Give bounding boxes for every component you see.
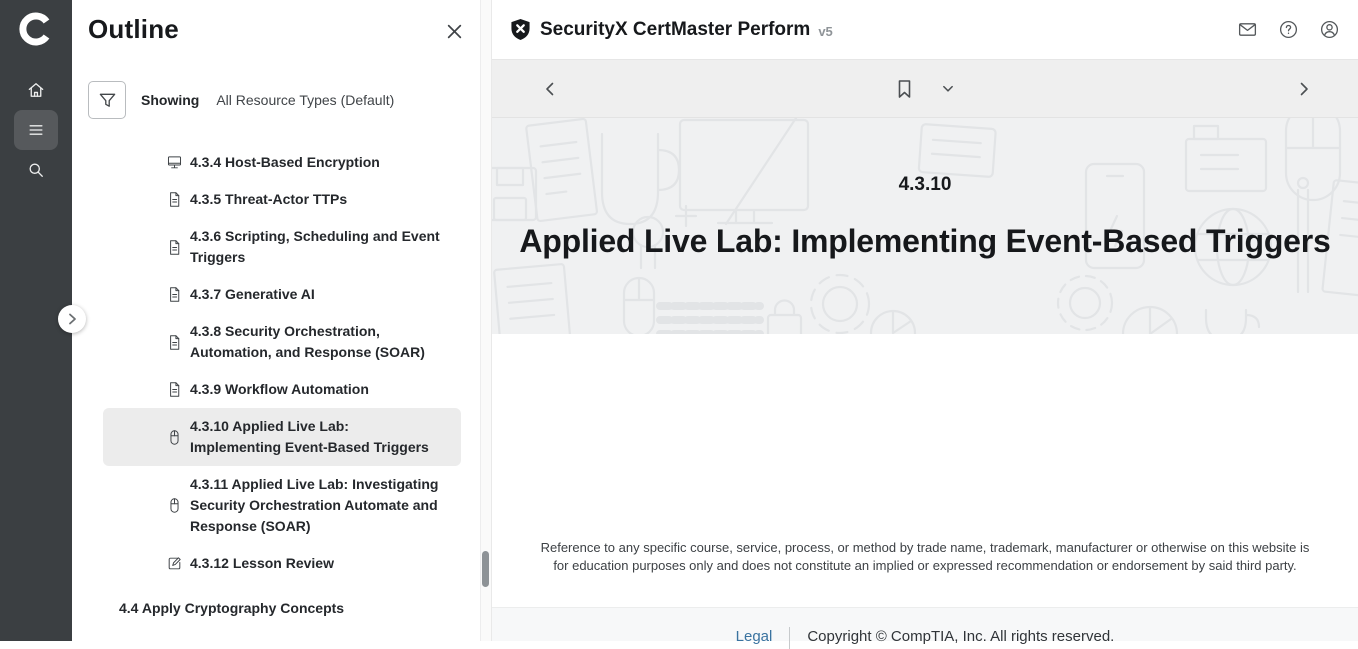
outline-item-4.3.7[interactable]: 4.3.7 Generative AI (103, 276, 461, 313)
mail-icon (1237, 19, 1258, 40)
help-icon (1278, 19, 1299, 40)
home-icon (26, 80, 46, 100)
app-header: SecurityX CertMaster Perform v5 (492, 0, 1358, 60)
main-content: SecurityX CertMaster Perform v5 (491, 0, 1358, 641)
filter-row: Showing All Resource Types (Default) (88, 81, 491, 119)
outline-scrollbar[interactable] (480, 0, 491, 641)
mouse-icon (166, 429, 183, 446)
outline-item-label: 4.3.10 Applied Live Lab: Implementing Ev… (190, 416, 442, 458)
bookmark-button[interactable] (890, 73, 920, 105)
outline-item-label: 4.3.5 Threat-Actor TTPs (190, 189, 442, 210)
comptia-c-icon (18, 11, 54, 47)
bookmark-group (890, 73, 961, 105)
comptia-logo (18, 11, 54, 47)
search-button[interactable] (14, 150, 58, 190)
account-button[interactable] (1319, 19, 1340, 40)
bookmark-menu-button[interactable] (936, 76, 961, 101)
rail-nav (14, 70, 58, 190)
outline-item-4.3.4[interactable]: 4.3.4 Host-Based Encryption (103, 144, 461, 181)
bookmark-icon (896, 79, 914, 99)
document-icon (166, 239, 183, 256)
monitor-icon (166, 154, 183, 171)
lesson-body: Reference to any specific course, servic… (492, 334, 1358, 607)
filter-funnel-icon (98, 91, 117, 110)
app-root: Outline Showing All Resource Types (Defa… (0, 0, 1358, 641)
outline-panel-header: Outline (72, 0, 491, 45)
lesson-number: 4.3.10 (492, 174, 1358, 196)
previous-arrow-icon (542, 81, 558, 97)
chevron-down-icon (942, 82, 955, 95)
outline-item-label: 4.3.9 Workflow Automation (190, 379, 442, 400)
outline-section-4.4[interactable]: 4.4 Apply Cryptography Concepts (119, 590, 471, 627)
mouse-icon (166, 497, 183, 514)
outline-item-label: 4.3.6 Scripting, Scheduling and Event Tr… (190, 226, 442, 268)
close-outline-button[interactable] (442, 19, 467, 44)
messages-button[interactable] (1237, 19, 1258, 40)
outline-title: Outline (88, 14, 179, 45)
home-button[interactable] (14, 70, 58, 110)
outline-item-4.3.8[interactable]: 4.3.8 Security Orchestration, Automation… (103, 313, 461, 371)
outline-item-label: 4.3.11 Applied Live Lab: Investigating S… (190, 474, 442, 537)
outline-scrollbar-thumb[interactable] (482, 551, 489, 587)
footer-divider (789, 627, 790, 649)
outline-item-4.3.12[interactable]: 4.3.12 Lesson Review (103, 545, 461, 582)
document-icon (166, 191, 183, 208)
search-icon (26, 160, 46, 180)
next-arrow-icon (1296, 81, 1312, 97)
securityx-shield-icon (510, 18, 531, 41)
legal-link[interactable]: Legal (736, 628, 773, 645)
outline-item-label: 4.3.8 Security Orchestration, Automation… (190, 321, 442, 363)
outline-item-4.3.6[interactable]: 4.3.6 Scripting, Scheduling and Event Tr… (103, 218, 461, 276)
disclaimer-text: Reference to any specific course, servic… (534, 539, 1316, 574)
filter-button[interactable] (88, 81, 126, 119)
lesson-title: Applied Live Lab: Implementing Event-Bas… (492, 222, 1358, 260)
outline-panel: Outline Showing All Resource Types (Defa… (72, 0, 491, 641)
outline-item-4.3.10[interactable]: 4.3.10 Applied Live Lab: Implementing Ev… (103, 408, 461, 466)
lesson-banner: 4.3.10 Applied Live Lab: Implementing Ev… (492, 118, 1358, 334)
chevron-right-icon (66, 313, 78, 325)
document-icon (166, 334, 183, 351)
outline-menu-icon (26, 120, 46, 140)
product-title: SecurityX CertMaster Perform (540, 19, 810, 41)
outline-list: 4.3.4 Host-Based Encryption 4.3.5 Threat-… (72, 144, 491, 627)
product-version: v5 (818, 24, 832, 39)
previous-page-button[interactable] (536, 75, 564, 103)
help-button[interactable] (1278, 19, 1299, 40)
outline-item-label: 4.3.4 Host-Based Encryption (190, 152, 442, 173)
outline-item-label: 4.3.12 Lesson Review (190, 553, 442, 574)
close-icon (446, 23, 463, 40)
lesson-toolbar (492, 60, 1358, 118)
outline-item-4.3.9[interactable]: 4.3.9 Workflow Automation (103, 371, 461, 408)
document-icon (166, 381, 183, 398)
next-page-button[interactable] (1290, 75, 1318, 103)
filter-value: All Resource Types (Default) (216, 92, 394, 108)
edit-icon (166, 555, 183, 572)
document-icon (166, 286, 183, 303)
outline-item-4.3.11[interactable]: 4.3.11 Applied Live Lab: Investigating S… (103, 466, 461, 545)
outline-item-label: 4.3.7 Generative AI (190, 284, 442, 305)
account-icon (1319, 19, 1340, 40)
copyright-text: Copyright © CompTIA, Inc. All rights res… (807, 628, 1114, 645)
page-footer: Legal Copyright © CompTIA, Inc. All righ… (492, 607, 1358, 641)
outline-item-4.3.5[interactable]: 4.3.5 Threat-Actor TTPs (103, 181, 461, 218)
filter-showing-label: Showing (141, 92, 199, 108)
outline-menu-button[interactable] (14, 110, 58, 150)
panel-collapse-toggle[interactable] (58, 305, 86, 333)
